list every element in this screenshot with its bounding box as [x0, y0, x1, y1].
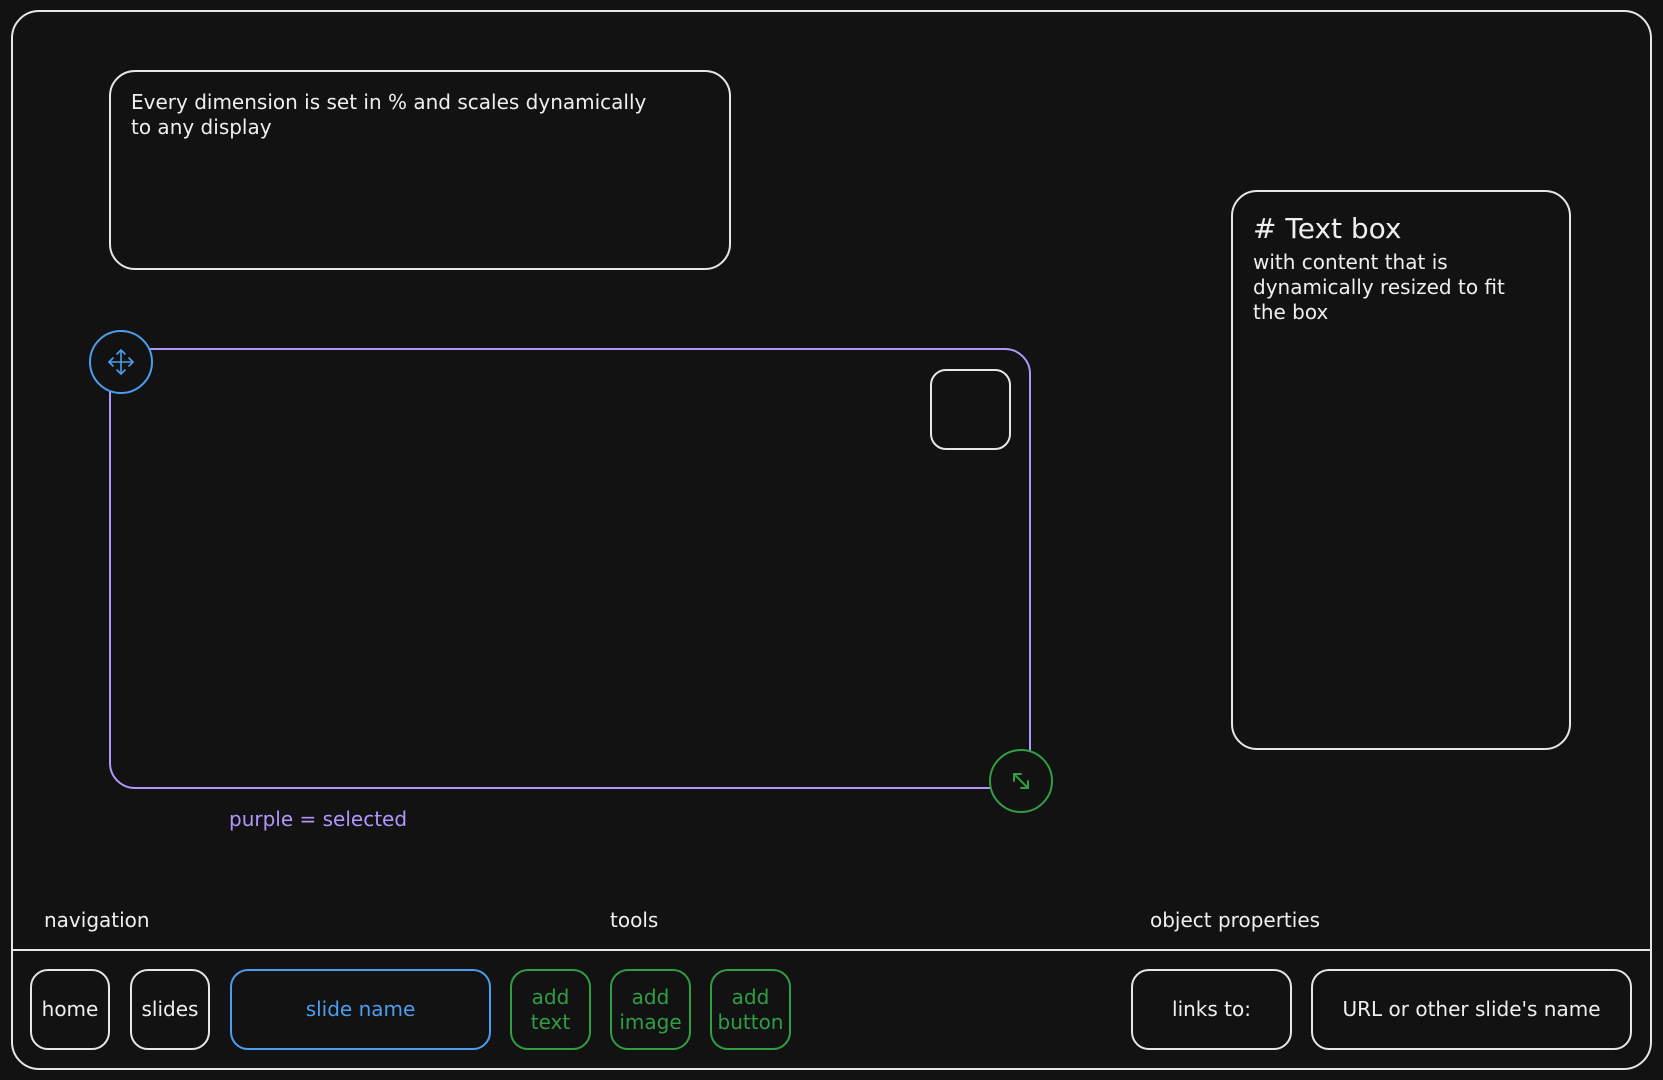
- add-text-button[interactable]: add text: [510, 969, 591, 1050]
- text-box-heading: # Text box: [1253, 212, 1402, 245]
- text-box-element[interactable]: # Text box with content that is dynamica…: [1231, 190, 1571, 750]
- slides-button[interactable]: slides: [130, 969, 210, 1050]
- selected-legend: purple = selected: [229, 807, 408, 831]
- placeholder-square[interactable]: [930, 369, 1011, 450]
- text-box-content: with content that is dynamically resized…: [1253, 250, 1505, 324]
- links-to-label: links to:: [1131, 969, 1292, 1050]
- link-target-field[interactable]: URL or other slide's name: [1311, 969, 1632, 1050]
- move-icon: [108, 349, 134, 375]
- resize-handle[interactable]: [989, 749, 1053, 813]
- add-button-button[interactable]: add button: [710, 969, 791, 1050]
- home-button[interactable]: home: [30, 969, 110, 1050]
- toolbar-divider: [11, 949, 1652, 951]
- move-handle[interactable]: [89, 330, 153, 394]
- resize-icon: [1013, 773, 1029, 789]
- selected-element[interactable]: [109, 348, 1031, 789]
- object-properties-label: object properties: [1150, 908, 1321, 932]
- navigation-label: navigation: [44, 908, 150, 932]
- add-image-button[interactable]: add image: [610, 969, 691, 1050]
- tools-label: tools: [610, 908, 659, 932]
- info-note: Every dimension is set in % and scales d…: [109, 70, 731, 270]
- slide-name-field[interactable]: slide name: [230, 969, 491, 1050]
